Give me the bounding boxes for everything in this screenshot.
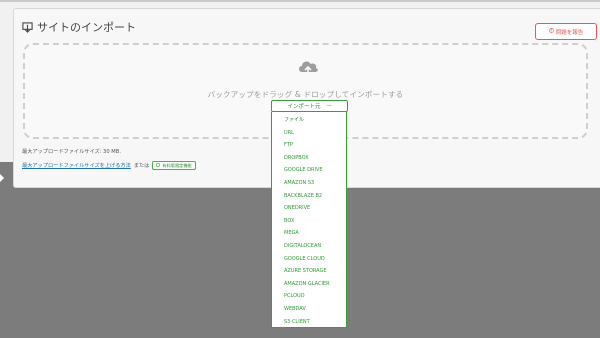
menu-item-ftp[interactable]: FTP — [284, 140, 293, 150]
upload-help-row: 最大アップロードファイルサイズを上げる方法 または 有料版限定機能 — [22, 161, 196, 170]
increase-upload-size-link[interactable]: 最大アップロードファイルサイズを上げる方法 — [22, 162, 131, 169]
dropdown-label: インポート元 — [287, 104, 321, 110]
menu-item-amazon-s3[interactable]: AMAZON S3 — [284, 178, 314, 188]
max-upload-size-text: 最大アップロードファイルサイズ: 30 MB. — [22, 149, 121, 155]
menu-item-amazon-glacier[interactable]: AMAZON GLACIER — [284, 279, 330, 289]
menu-item-box[interactable]: BOX — [284, 216, 294, 226]
lock-icon — [156, 163, 161, 168]
warning-circle-icon — [548, 28, 554, 35]
menu-item-google-drive[interactable]: GOOGLE DRIVE — [284, 165, 323, 175]
menu-item-url[interactable]: URL — [284, 128, 294, 138]
menu-item-s3-client[interactable]: S3 CLIENT — [284, 317, 310, 327]
report-button-label: 問題を報告 — [555, 29, 584, 36]
premium-badge-label: 有料版限定機能 — [162, 162, 192, 168]
import-source-dropdown[interactable]: インポート元 — — [271, 100, 348, 112]
menu-item-mega[interactable]: MEGA — [284, 228, 299, 238]
menu-item-azure-storage[interactable]: AZURE STORAGE — [284, 266, 327, 276]
menu-item-dropbox[interactable]: DROPBOX — [284, 153, 309, 163]
collapse-icon: — — [326, 103, 332, 109]
menu-item-backblaze-b2[interactable]: BACKBLAZE B2 — [284, 191, 322, 201]
menu-item-onedrive[interactable]: ONEDRIVE — [284, 203, 310, 213]
page-title: サイトのインポート — [37, 21, 136, 34]
import-source-menu: ファイル URL FTP DROPBOX GOOGLE DRIVE AMAZON… — [271, 112, 347, 328]
menu-item-file[interactable]: ファイル — [284, 115, 304, 125]
menu-item-digitalocean[interactable]: DIGITALOCEAN — [284, 241, 321, 251]
or-text: または — [133, 163, 150, 169]
report-problem-button[interactable]: 問題を報告 — [535, 23, 597, 40]
premium-badge[interactable]: 有料版限定機能 — [152, 161, 196, 170]
import-icon — [22, 21, 33, 33]
drop-zone-text: バックアップをドラッグ & ドロップしてインポートする — [207, 90, 404, 99]
cloud-upload-icon — [297, 59, 319, 81]
menu-item-webdav[interactable]: WEBDAV — [284, 304, 306, 314]
menu-item-pcloud[interactable]: PCLOUD — [284, 291, 305, 301]
panel-header: サイトのインポート — [22, 19, 136, 35]
sidebar-collapse-arrow[interactable] — [0, 174, 4, 182]
menu-item-google-cloud[interactable]: GOOGLE CLOUD — [284, 254, 325, 264]
